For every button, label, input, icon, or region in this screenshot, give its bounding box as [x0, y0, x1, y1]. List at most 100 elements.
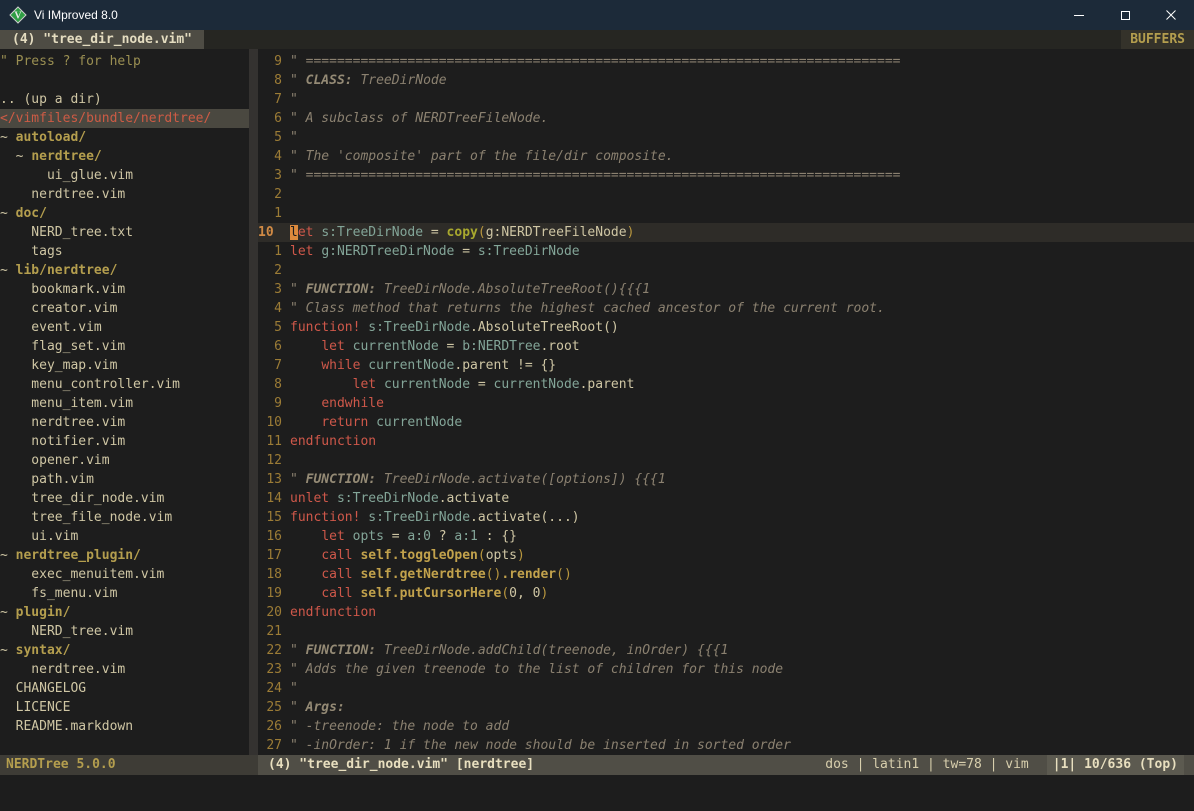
line-number: 8: [258, 375, 282, 394]
command-line[interactable]: [0, 775, 1194, 811]
nerdtree-dir-item[interactable]: ~ syntax/: [0, 641, 249, 660]
statusline-position: |1| 10/636 (Top): [1047, 755, 1184, 775]
tabline: (4) "tree_dir_node.vim" BUFFERS: [0, 30, 1194, 49]
code-line[interactable]: 26" -treenode: the node to add: [258, 717, 1194, 736]
maximize-button[interactable]: [1102, 0, 1148, 30]
code-text: function! s:TreeDirNode.activate(...): [290, 508, 1194, 527]
code-line[interactable]: 8 let currentNode = currentNode.parent: [258, 375, 1194, 394]
nerdtree-file-item[interactable]: NERD_tree.vim: [0, 622, 249, 641]
code-line[interactable]: 19 call self.putCursorHere(0, 0): [258, 584, 1194, 603]
code-line[interactable]: 4" Class method that returns the highest…: [258, 299, 1194, 318]
code-line[interactable]: 2: [258, 185, 1194, 204]
code-line[interactable]: 8" CLASS: TreeDirNode: [258, 71, 1194, 90]
nerdtree-dir-item[interactable]: ~ nerdtree/: [0, 147, 249, 166]
nerdtree-panel: " Press ? for help .. (up a dir)</vimfile…: [0, 49, 249, 755]
nerdtree-root-path[interactable]: </vimfiles/bundle/nerdtree/: [0, 109, 249, 128]
code-line[interactable]: 15function! s:TreeDirNode.activate(...): [258, 508, 1194, 527]
code-line[interactable]: 20endfunction: [258, 603, 1194, 622]
nerdtree-file-item[interactable]: bookmark.vim: [0, 280, 249, 299]
code-line[interactable]: 12: [258, 451, 1194, 470]
code-text: ": [290, 128, 1194, 147]
nerdtree-dir-item[interactable]: ~ nerdtree_plugin/: [0, 546, 249, 565]
nerdtree-file-item[interactable]: notifier.vim: [0, 432, 249, 451]
code-line[interactable]: 23" Adds the given treenode to the list …: [258, 660, 1194, 679]
code-line[interactable]: 5function! s:TreeDirNode.AbsoluteTreeRoo…: [258, 318, 1194, 337]
code-line[interactable]: 7": [258, 90, 1194, 109]
code-text: " Args:: [290, 698, 1194, 717]
nerdtree-file-item[interactable]: LICENCE: [0, 698, 249, 717]
window-title: Vi IMproved 8.0: [34, 8, 118, 22]
minimize-button[interactable]: [1056, 0, 1102, 30]
close-icon: [1166, 10, 1176, 20]
code-line[interactable]: 21: [258, 622, 1194, 641]
close-button[interactable]: [1148, 0, 1194, 30]
nerdtree-dir-item[interactable]: ~ doc/: [0, 204, 249, 223]
code-line[interactable]: 3" FUNCTION: TreeDirNode.AbsoluteTreeRoo…: [258, 280, 1194, 299]
code-line[interactable]: 10 return currentNode: [258, 413, 1194, 432]
nerdtree-file-item[interactable]: ui_glue.vim: [0, 166, 249, 185]
code-line[interactable]: 6" A subclass of NERDTreeFileNode.: [258, 109, 1194, 128]
nerdtree-dir-item[interactable]: ~ lib/nerdtree/: [0, 261, 249, 280]
nerdtree-file-item[interactable]: tree_file_node.vim: [0, 508, 249, 527]
code-line[interactable]: 16 let opts = a:0 ? a:1 : {}: [258, 527, 1194, 546]
nerdtree-file-item[interactable]: menu_item.vim: [0, 394, 249, 413]
code-line[interactable]: 25" Args:: [258, 698, 1194, 717]
line-number: 7: [258, 90, 282, 109]
titlebar[interactable]: V Vi IMproved 8.0: [0, 0, 1194, 30]
code-line[interactable]: 22" FUNCTION: TreeDirNode.addChild(treen…: [258, 641, 1194, 660]
nerdtree-help-hint[interactable]: " Press ? for help: [0, 52, 249, 71]
nerdtree-file-item[interactable]: fs_menu.vim: [0, 584, 249, 603]
nerdtree-file-item[interactable]: README.markdown: [0, 717, 249, 736]
vertical-split-handle[interactable]: [249, 49, 258, 755]
dir-name: autoload/: [16, 130, 86, 145]
nerdtree-dir-item[interactable]: ~ autoload/: [0, 128, 249, 147]
code-line[interactable]: 7 while currentNode.parent != {}: [258, 356, 1194, 375]
editor-panel[interactable]: 9" =====================================…: [258, 49, 1194, 755]
code-line[interactable]: 13" FUNCTION: TreeDirNode.activate([opti…: [258, 470, 1194, 489]
line-number: 8: [258, 71, 282, 90]
nerdtree-file-item[interactable]: exec_menuitem.vim: [0, 565, 249, 584]
dir-name: nerdtree/: [31, 149, 101, 164]
nerdtree-file-item[interactable]: key_map.vim: [0, 356, 249, 375]
code-line[interactable]: 9 endwhile: [258, 394, 1194, 413]
nerdtree-file-item[interactable]: opener.vim: [0, 451, 249, 470]
nerdtree-file-item[interactable]: path.vim: [0, 470, 249, 489]
nerdtree-file-item[interactable]: NERD_tree.txt: [0, 223, 249, 242]
code-line[interactable]: 4" The 'composite' part of the file/dir …: [258, 147, 1194, 166]
line-number: 10: [258, 413, 282, 432]
nerdtree-file-item[interactable]: flag_set.vim: [0, 337, 249, 356]
nerdtree-file-item[interactable]: CHANGELOG: [0, 679, 249, 698]
code-text: " Adds the given treenode to the list of…: [290, 660, 1194, 679]
nerdtree-file-item[interactable]: nerdtree.vim: [0, 413, 249, 432]
code-line[interactable]: 18 call self.getNerdtree().render(): [258, 565, 1194, 584]
code-line[interactable]: 27" -inOrder: 1 if the new node should b…: [258, 736, 1194, 755]
statusline-filename: (4) "tree_dir_node.vim" [nerdtree]: [268, 755, 534, 775]
code-line[interactable]: 6 let currentNode = b:NERDTree.root: [258, 337, 1194, 356]
code-line[interactable]: 11endfunction: [258, 432, 1194, 451]
line-number: 4: [258, 147, 282, 166]
tab-tree-dir-node[interactable]: (4) "tree_dir_node.vim": [0, 30, 204, 49]
code-text: " -inOrder: 1 if the new node should be …: [290, 736, 1194, 755]
code-line[interactable]: 1: [258, 204, 1194, 223]
nerdtree-up-dir[interactable]: .. (up a dir): [0, 90, 249, 109]
code-line[interactable]: 14unlet s:TreeDirNode.activate: [258, 489, 1194, 508]
nerdtree-file-item[interactable]: ui.vim: [0, 527, 249, 546]
nerdtree-file-item[interactable]: nerdtree.vim: [0, 660, 249, 679]
nerdtree-file-item[interactable]: event.vim: [0, 318, 249, 337]
nerdtree-file-item[interactable]: tree_dir_node.vim: [0, 489, 249, 508]
nerdtree-file-item[interactable]: menu_controller.vim: [0, 375, 249, 394]
buffers-label[interactable]: BUFFERS: [1121, 30, 1194, 49]
code-line[interactable]: 5": [258, 128, 1194, 147]
nerdtree-file-item[interactable]: nerdtree.vim: [0, 185, 249, 204]
code-line-current[interactable]: 10let s:TreeDirNode = copy(g:NERDTreeFil…: [258, 223, 1194, 242]
code-line[interactable]: 1let g:NERDTreeDirNode = s:TreeDirNode: [258, 242, 1194, 261]
code-line[interactable]: 2: [258, 261, 1194, 280]
nerdtree-file-item[interactable]: tags: [0, 242, 249, 261]
line-number: 11: [258, 432, 282, 451]
code-line[interactable]: 24": [258, 679, 1194, 698]
nerdtree-file-item[interactable]: creator.vim: [0, 299, 249, 318]
code-line[interactable]: 3" =====================================…: [258, 166, 1194, 185]
nerdtree-dir-item[interactable]: ~ plugin/: [0, 603, 249, 622]
code-line[interactable]: 17 call self.toggleOpen(opts): [258, 546, 1194, 565]
code-line[interactable]: 9" =====================================…: [258, 52, 1194, 71]
